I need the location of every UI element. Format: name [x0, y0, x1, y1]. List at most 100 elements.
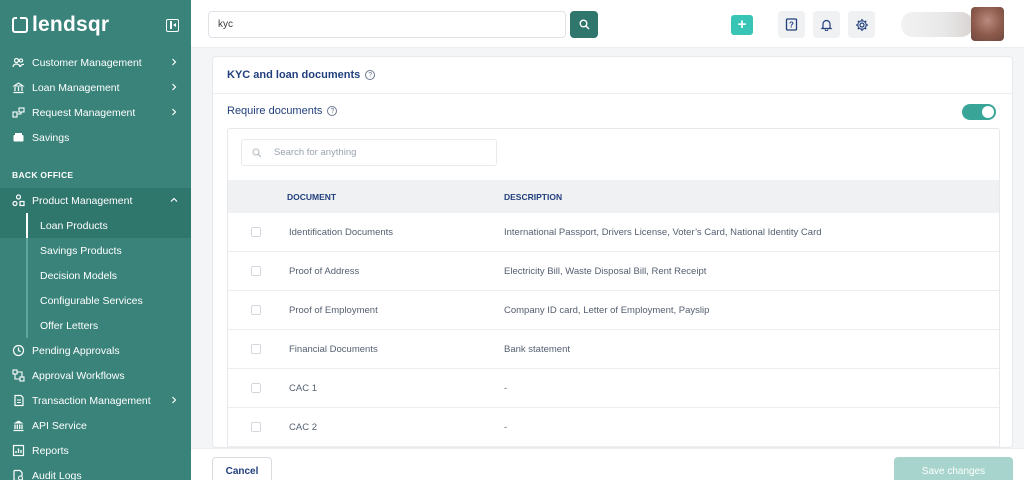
settings-button[interactable] [848, 11, 875, 38]
row-checkbox[interactable] [251, 344, 261, 354]
chevron-up-icon [170, 196, 178, 207]
sidebar-item-label: Reports [32, 444, 69, 457]
cancel-button[interactable]: Cancel [212, 457, 272, 480]
table-search-input[interactable]: Search for anything [241, 139, 497, 166]
add-button[interactable]: + [731, 15, 753, 35]
svg-text:?: ? [789, 21, 794, 30]
sidebar-subitem-offer-letters[interactable]: Offer Letters [0, 313, 191, 338]
kyc-documents-card: KYC and loan documents ? Require documen… [212, 56, 1013, 448]
help-icon[interactable]: ? [327, 106, 338, 116]
require-documents-toggle[interactable] [962, 104, 996, 120]
column-header-document: DOCUMENT [287, 192, 337, 202]
sidebar-item-request-management[interactable]: Request Management [0, 100, 191, 125]
document-description: - [504, 422, 508, 433]
require-documents-row: Require documents ? [213, 94, 1012, 128]
table-row[interactable]: Identification Documents International Pa… [228, 213, 999, 252]
sidebar-subitem-decision-models[interactable]: Decision Models [0, 263, 191, 288]
card-header: KYC and loan documents ? [213, 57, 1012, 94]
top-bar: kyc + ? [191, 0, 1024, 48]
document-name: CAC 1 [289, 383, 317, 394]
sidebar-item-label: Product Management [32, 194, 133, 207]
user-name-blurred[interactable] [901, 12, 973, 37]
require-documents-label: Require documents [227, 105, 323, 117]
sidebar-item-loan-management[interactable]: Loan Management [0, 75, 191, 100]
document-description: Electricity Bill, Waste Disposal Bill, R… [504, 266, 707, 277]
reports-icon [12, 444, 25, 457]
table-row[interactable]: CAC 2 - [228, 408, 999, 447]
sidebar-item-label: Loan Management [32, 81, 120, 94]
sidebar-subitem-configurable-services[interactable]: Configurable Services [0, 288, 191, 313]
document-name: Financial Documents [289, 344, 378, 355]
loan-icon [12, 81, 25, 94]
sidebar-item-approval-workflows[interactable]: Approval Workflows [0, 363, 191, 388]
collapse-sidebar-icon[interactable] [166, 19, 179, 32]
sidebar-item-label: Approval Workflows [32, 369, 125, 382]
sidebar-item-label: Savings [32, 131, 70, 144]
workflow-icon [12, 369, 25, 382]
sidebar-item-label: Transaction Management [32, 394, 151, 407]
sidebar-item-transaction-management[interactable]: Transaction Management [0, 388, 191, 413]
sidebar-item-api-service[interactable]: API Service [0, 413, 191, 438]
row-checkbox[interactable] [251, 305, 261, 315]
row-checkbox[interactable] [251, 383, 261, 393]
sidebar-item-product-management[interactable]: Product Management [0, 188, 191, 213]
column-header-description: DESCRIPTION [504, 192, 563, 202]
sidebar-item-savings[interactable]: Savings [0, 125, 191, 150]
chevron-right-icon [170, 58, 178, 69]
logo[interactable]: lendsqr [0, 0, 191, 50]
sidebar-item-label: Pending Approvals [32, 344, 120, 357]
sidebar-item-label: Request Management [32, 106, 136, 119]
bell-icon [820, 19, 833, 31]
brand-name: lendsqr [32, 13, 110, 36]
savings-icon [12, 131, 25, 144]
footer-bar: Cancel Save changes [191, 448, 1024, 480]
section-label-back-office: BACK OFFICE [12, 170, 74, 180]
help-icon[interactable]: ? [365, 70, 376, 80]
logo-icon [12, 16, 28, 33]
sidebar-item-pending-approvals[interactable]: Pending Approvals [0, 338, 191, 363]
sidebar: lendsqr Customer Management Loan Manageme… [0, 0, 191, 480]
help-book-icon: ? [785, 18, 798, 31]
chevron-right-icon [170, 396, 178, 407]
document-name: Proof of Employment [289, 305, 378, 316]
row-checkbox[interactable] [251, 227, 261, 237]
sidebar-subitem-savings-products[interactable]: Savings Products [0, 238, 191, 263]
table-row[interactable]: Financial Documents Bank statement [228, 330, 999, 369]
row-checkbox[interactable] [251, 422, 261, 432]
avatar[interactable] [971, 7, 1004, 41]
chevron-right-icon [170, 83, 178, 94]
help-button[interactable]: ? [778, 11, 805, 38]
audit-icon [12, 469, 25, 480]
search-input[interactable]: kyc [208, 11, 566, 38]
table-row[interactable]: CAC 1 - [228, 369, 999, 408]
row-checkbox[interactable] [251, 266, 261, 276]
document-name: Proof of Address [289, 266, 360, 277]
sidebar-item-reports[interactable]: Reports [0, 438, 191, 463]
product-icon [12, 194, 25, 207]
sidebar-item-customer-management[interactable]: Customer Management [0, 50, 191, 75]
document-description: International Passport, Drivers License,… [504, 227, 822, 238]
table-row[interactable]: Proof of Employment Company ID card, Lett… [228, 291, 999, 330]
notifications-button[interactable] [813, 11, 840, 38]
search-placeholder: Search for anything [274, 147, 357, 158]
gear-icon [855, 18, 868, 31]
document-description: Company ID card, Letter of Employment, P… [504, 305, 710, 316]
users-icon [12, 56, 25, 69]
table-row[interactable]: Proof of Address Electricity Bill, Waste … [228, 252, 999, 291]
document-description: - [504, 383, 508, 394]
document-description: Bank statement [504, 344, 571, 355]
table-header: DOCUMENT DESCRIPTION [228, 180, 999, 213]
sidebar-item-audit-logs[interactable]: Audit Logs [0, 463, 191, 480]
document-name: Identification Documents [289, 227, 394, 238]
search-button[interactable] [570, 11, 598, 38]
chevron-right-icon [170, 108, 178, 119]
save-changes-button[interactable]: Save changes [894, 457, 1013, 480]
sidebar-subitem-loan-products[interactable]: Loan Products [0, 213, 191, 238]
sidebar-item-label: API Service [32, 419, 87, 432]
sidebar-item-label: Customer Management [32, 56, 142, 69]
document-name: CAC 2 [289, 422, 317, 433]
sidebar-item-label: Audit Logs [32, 469, 82, 480]
card-title: KYC and loan documents [227, 69, 361, 81]
request-icon [12, 106, 25, 119]
documents-table-container: Search for anything DOCUMENT DESCRIPTION… [227, 128, 1000, 447]
